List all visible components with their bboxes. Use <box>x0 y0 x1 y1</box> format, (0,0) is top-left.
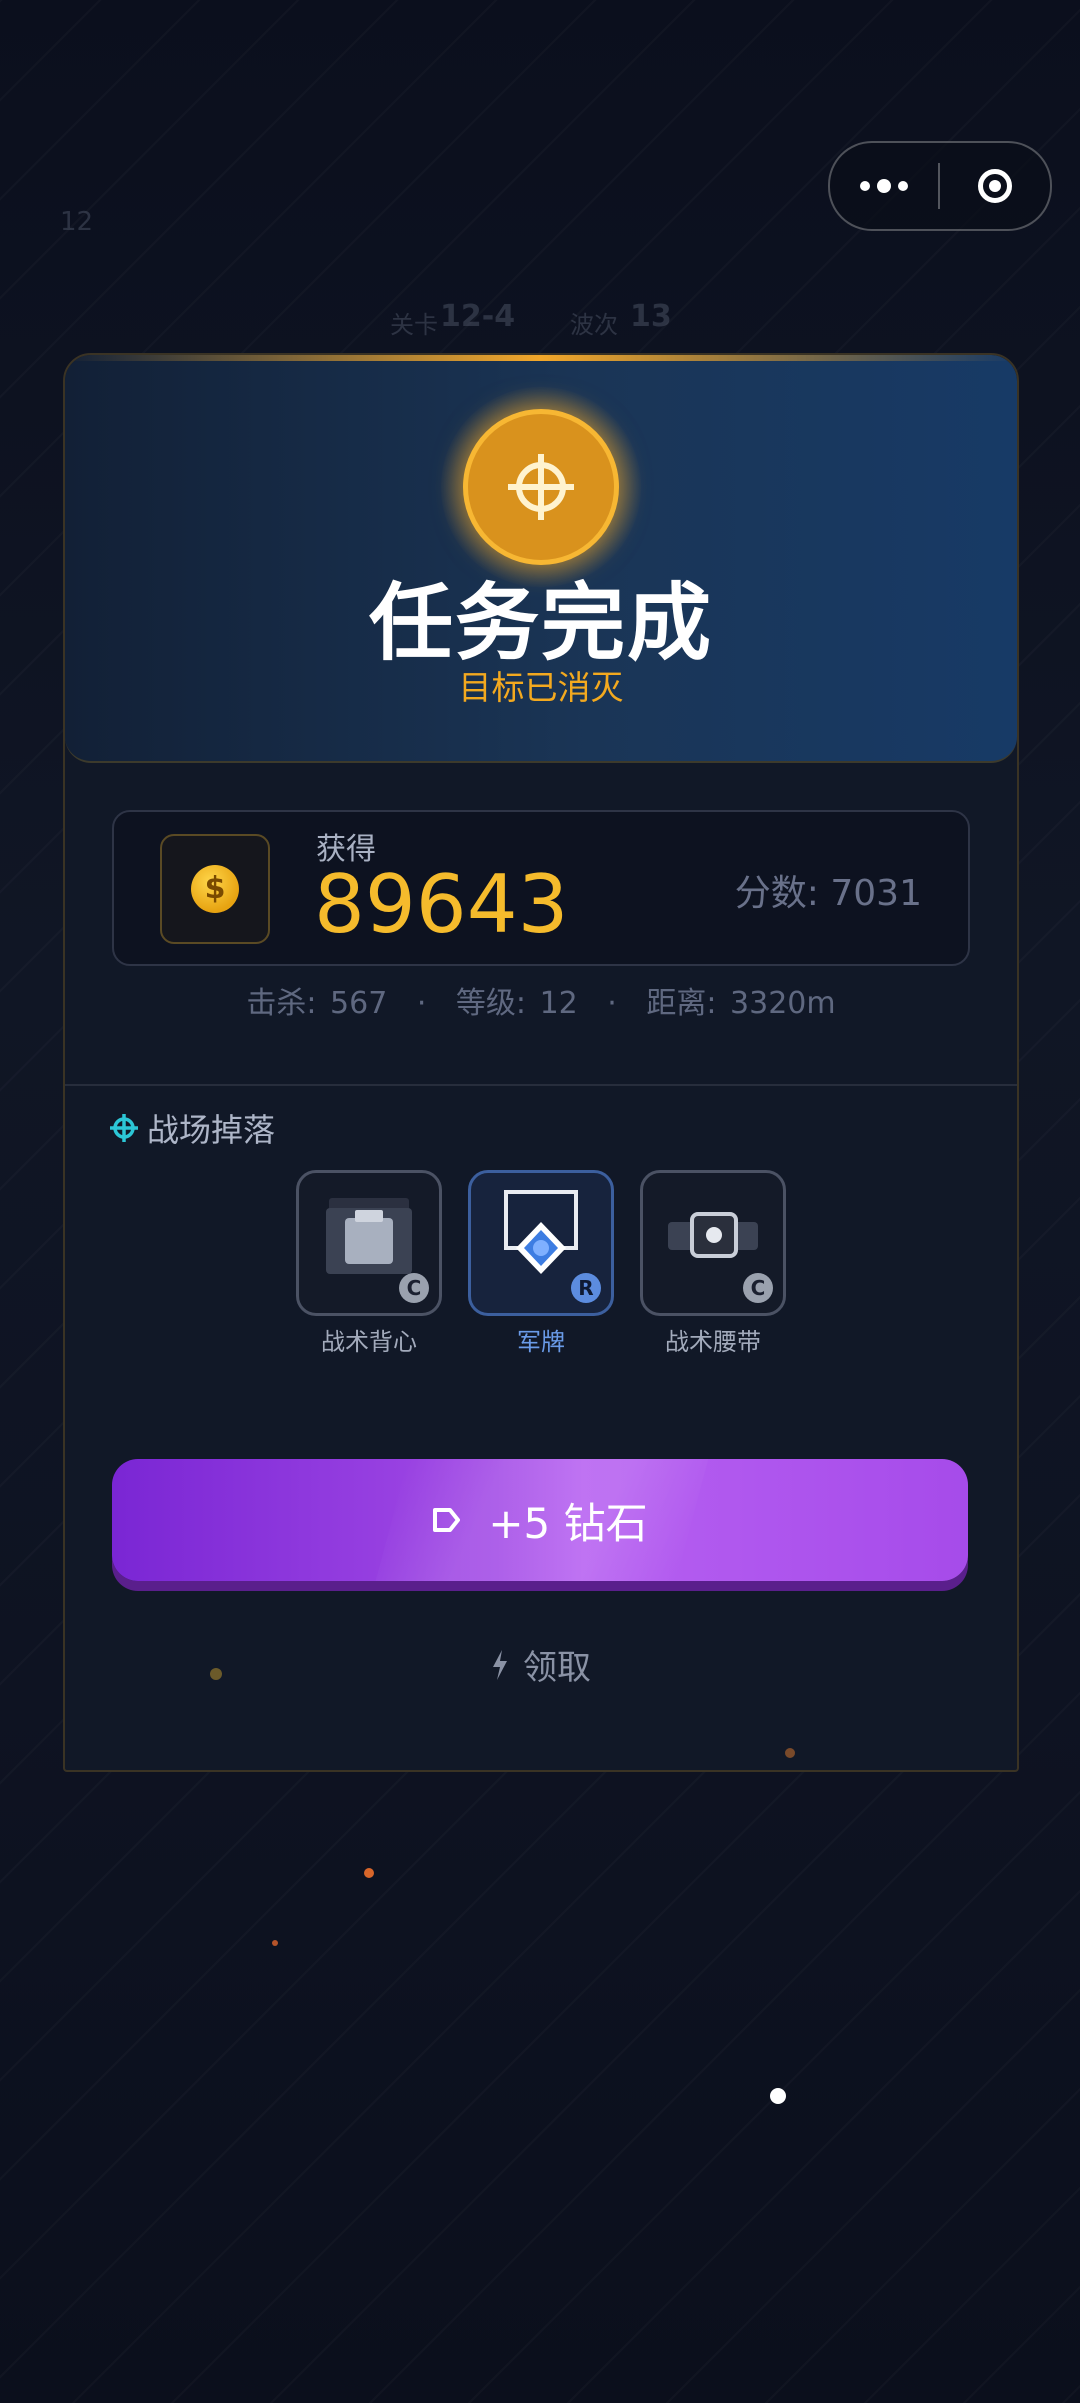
reward-panel: $ 获得 89643 分数: 7031 <box>112 810 970 966</box>
rarity-badge: C <box>743 1273 773 1303</box>
dialog-subtitle: 目标已消灭 <box>458 668 624 707</box>
section-divider <box>65 1084 1017 1086</box>
stat-distance: 距离: 3320m <box>646 986 836 1021</box>
loot-name: 战术腰带 <box>665 1328 761 1356</box>
hud-stage-prefix: 关卡 <box>390 311 438 339</box>
stat-level: 等级: 12 <box>455 986 578 1021</box>
claim-link-label: 领取 <box>523 1648 591 1688</box>
ticket-icon <box>433 1508 461 1532</box>
claim-link[interactable]: 领取 <box>65 1640 1017 1689</box>
hud-wave-prefix: 波次 <box>570 311 618 339</box>
lightning-icon <box>493 1649 507 1680</box>
loot-item-dogtag[interactable]: R 军牌 <box>468 1170 614 1357</box>
crosshair-small-icon <box>110 1114 138 1142</box>
particle <box>364 1868 374 1878</box>
particle <box>272 1940 278 1946</box>
loot-tile: R <box>468 1170 614 1316</box>
dialog-title: 任务完成 <box>368 574 713 672</box>
loot-item-belt[interactable]: C 战术腰带 <box>640 1170 786 1357</box>
coin-tile: $ <box>160 834 270 944</box>
dialog-header: 任务完成 目标已消灭 <box>65 355 1017 763</box>
crosshair-icon <box>508 454 574 520</box>
claim-button-content: +5 钻石 <box>112 1459 968 1581</box>
stats-line: 击杀: 567 · 等级: 12 · 距离: 3320m <box>65 978 1017 1022</box>
hud-stage: 12-4 <box>440 299 516 334</box>
target-close-icon[interactable] <box>940 169 1050 203</box>
more-dots-icon[interactable] <box>830 143 938 229</box>
particle <box>770 2088 786 2104</box>
claim-button-label: +5 钻石 <box>488 1498 648 1548</box>
loot-section-title: 战场掉落 <box>109 1105 275 1151</box>
loot-tile: C <box>296 1170 442 1316</box>
hud-wave: 13 <box>630 299 672 334</box>
loot-list: C 战术背心 R 军牌 C 战术腰带 <box>296 1170 786 1357</box>
score-label: 分数: 7031 <box>734 873 922 914</box>
particle <box>210 1668 222 1680</box>
particle <box>785 1748 795 1758</box>
rarity-badge: R <box>571 1273 601 1303</box>
loot-name: 军牌 <box>517 1328 565 1356</box>
rarity-badge: C <box>399 1273 429 1303</box>
stat-kills: 击杀: 567 <box>246 986 388 1021</box>
loot-tile: C <box>640 1170 786 1316</box>
claim-diamonds-button[interactable]: +5 钻石 <box>112 1459 968 1581</box>
dollar-coin-icon: $ <box>191 865 239 913</box>
loot-name: 战术背心 <box>321 1328 417 1356</box>
loot-item-vest[interactable]: C 战术背心 <box>296 1170 442 1357</box>
medal-badge <box>463 409 619 565</box>
reward-value: 89643 <box>314 858 569 951</box>
loot-title-text: 战场掉落 <box>147 1111 276 1149</box>
hud-level: 12 <box>60 207 94 237</box>
miniprogram-capsule <box>828 141 1052 231</box>
stat-separator: · <box>416 986 427 1021</box>
stat-separator: · <box>607 986 617 1021</box>
mission-complete-dialog: 任务完成 目标已消灭 $ 获得 89643 分数: 7031 击杀: 567 ·… <box>63 353 1019 1772</box>
